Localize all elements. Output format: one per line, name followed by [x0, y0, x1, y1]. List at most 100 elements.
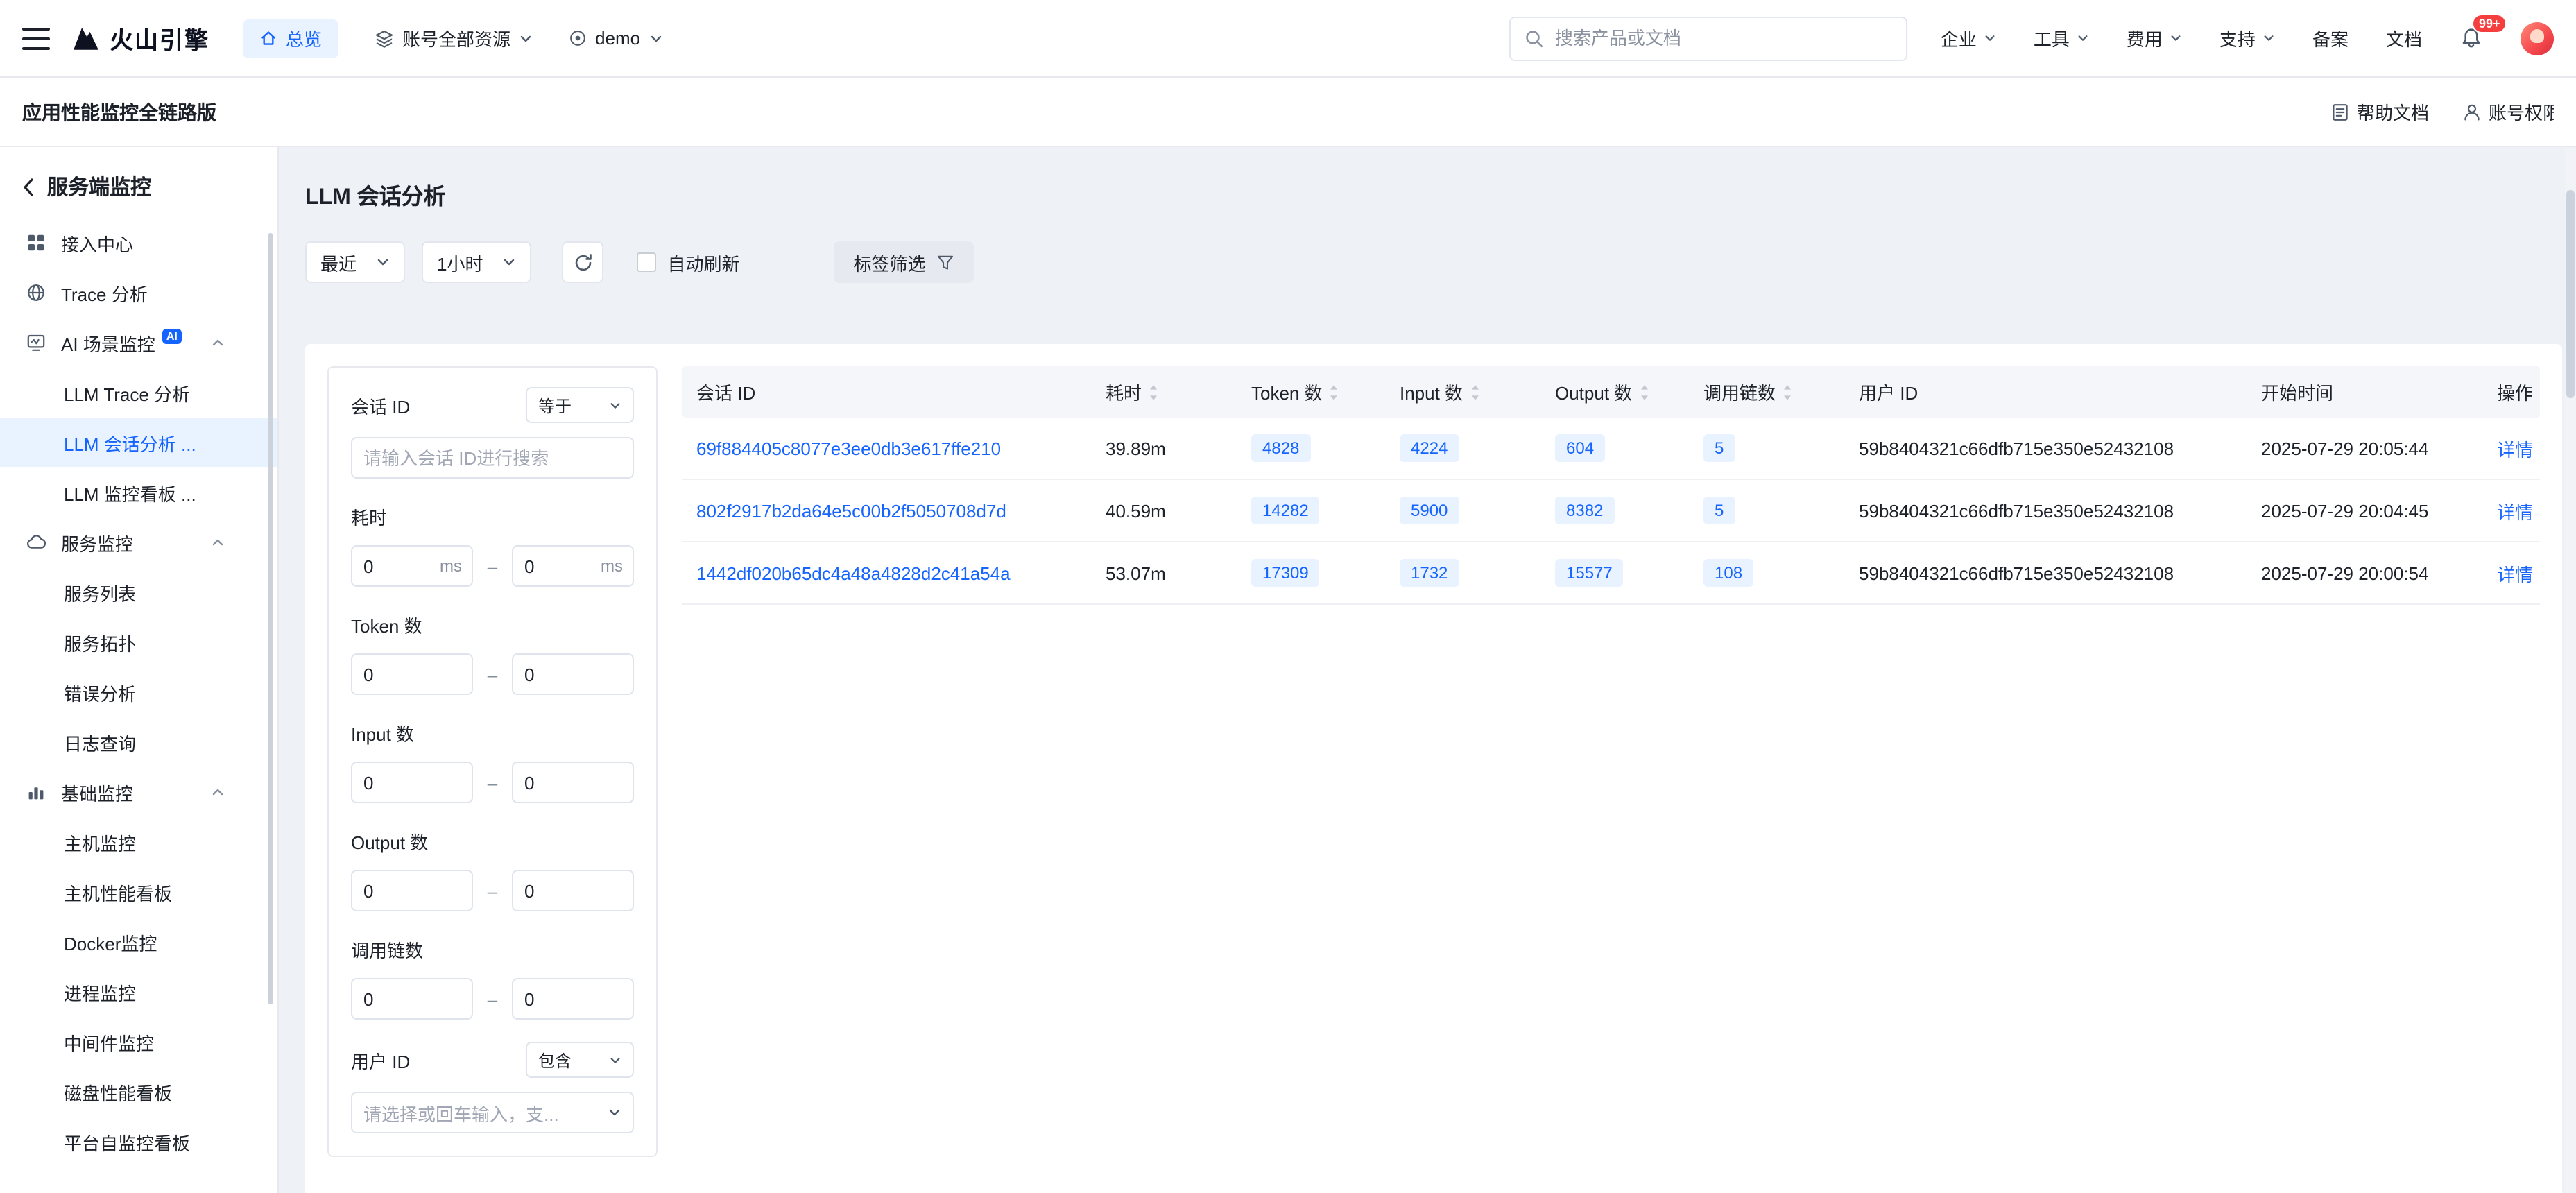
sidebar-item-access-center[interactable]: 接入中心 — [0, 218, 277, 268]
sidebar-item-llm-session-analysis[interactable]: LLM 会话分析 ... — [0, 418, 277, 467]
user-id-operator-select[interactable]: 包含 — [526, 1042, 634, 1078]
time-range-select[interactable]: 最近 — [305, 241, 405, 283]
sort-icon — [1468, 382, 1481, 402]
sidebar-group-service-monitoring[interactable]: 服务监控 — [0, 517, 277, 567]
trace-min-input[interactable] — [351, 978, 473, 1020]
start-time-value: 2025-07-29 20:05:44 — [2261, 438, 2428, 458]
sidebar-group-ai-monitoring[interactable]: AI 场景监控 AI — [0, 318, 277, 368]
sidebar-item-middleware-monitoring[interactable]: 中间件监控 — [0, 1017, 277, 1067]
sidebar-item-host-performance-dashboard[interactable]: 主机性能看板 — [0, 867, 277, 917]
tag-filter-button[interactable]: 标签筛选 — [834, 241, 974, 283]
chevron-down-icon — [1984, 32, 1996, 44]
col-header-token-count[interactable]: Token 数 — [1237, 379, 1386, 405]
detail-link[interactable]: 详情 — [2497, 560, 2533, 586]
menu-billing[interactable]: 费用 — [2127, 25, 2182, 51]
token-count-tag: 17309 — [1251, 559, 1320, 587]
duration-min-input[interactable] — [351, 545, 473, 587]
notification-badge: 99+ — [2472, 14, 2507, 33]
brand-logo[interactable]: 火山引擎 — [72, 21, 209, 55]
sidebar-scrollbar-thumb[interactable] — [268, 233, 273, 1004]
session-id-link[interactable]: 1442df020b65dc4a48a4828d2c41a54a — [696, 563, 1011, 583]
overview-button[interactable]: 总览 — [243, 19, 338, 58]
col-header-duration[interactable]: 耗时 — [1092, 379, 1237, 405]
bar-chart-icon — [25, 781, 47, 803]
search-input[interactable] — [1555, 28, 1892, 49]
sidebar-item-llm-trace-analysis[interactable]: LLM Trace 分析 — [0, 368, 277, 418]
chevron-down-icon — [376, 255, 390, 269]
session-id-link[interactable]: 69f884405c8077e3ee0db3e617ffe210 — [696, 438, 1001, 458]
search-icon — [1525, 28, 1544, 48]
col-header-action: 操作 — [2483, 379, 2561, 405]
menu-support[interactable]: 支持 — [2219, 25, 2275, 51]
col-header-trace-count[interactable]: 调用链数 — [1690, 379, 1845, 405]
sidebar-item-llm-dashboard[interactable]: LLM 监控看板 ... — [0, 467, 277, 517]
sidebar-item-service-list[interactable]: 服务列表 — [0, 567, 277, 617]
filter-funnel-icon — [937, 253, 955, 271]
detail-link[interactable]: 详情 — [2497, 435, 2533, 461]
input-max-input[interactable] — [512, 762, 634, 803]
window-scrollbar-track — [2565, 148, 2576, 1193]
menu-icp[interactable]: 备案 — [2312, 25, 2349, 51]
filter-duration: 耗时 ms – ms — [351, 501, 634, 587]
session-id-link[interactable]: 802f2917b2da64e5c00b2f5050708d7d — [696, 500, 1006, 521]
sidebar-group-basic-monitoring[interactable]: 基础监控 — [0, 767, 277, 817]
person-icon — [2462, 102, 2482, 121]
sidebar-item-platform-self-monitoring-dashboard[interactable]: 平台自监控看板 — [0, 1117, 277, 1167]
notifications-button[interactable]: 99+ — [2459, 26, 2483, 50]
refresh-icon — [573, 252, 594, 273]
user-id-value: 59b8404321c66dfb715e350e52432108 — [1859, 563, 2174, 583]
output-min-input[interactable] — [351, 870, 473, 911]
sidebar-item-disk-performance-dashboard[interactable]: 磁盘性能看板 — [0, 1067, 277, 1117]
sidebar-item-log-query[interactable]: 日志查询 — [0, 717, 277, 767]
back-chevron-icon[interactable] — [22, 177, 35, 196]
col-header-input-count[interactable]: Input 数 — [1386, 379, 1541, 405]
chevron-down-icon — [503, 255, 517, 269]
sidebar-menu: 接入中心 Trace 分析 AI 场景监控 AI — [0, 218, 277, 1167]
token-min-input[interactable] — [351, 653, 473, 695]
help-docs-link[interactable]: 帮助文档 — [2330, 98, 2429, 125]
interval-select[interactable]: 1小时 — [422, 241, 531, 283]
sidebar-item-docker-monitoring[interactable]: Docker监控 — [0, 917, 277, 967]
main-content: LLM 会话分析 最近 1小时 — [279, 147, 2576, 1193]
session-id-operator-select[interactable]: 等于 — [526, 387, 634, 423]
auto-refresh-checkbox[interactable] — [637, 252, 657, 272]
sort-icon — [1147, 382, 1160, 402]
global-search[interactable] — [1509, 16, 1907, 60]
account-permission-link[interactable]: 账号权限 — [2462, 98, 2554, 125]
sidebar-item-host-monitoring[interactable]: 主机监控 — [0, 817, 277, 867]
input-min-input[interactable] — [351, 762, 473, 803]
detail-link[interactable]: 详情 — [2497, 497, 2533, 524]
sidebar-item-error-analysis[interactable]: 错误分析 — [0, 667, 277, 717]
session-id-input[interactable] — [351, 437, 634, 479]
sidebar-item-trace-analysis[interactable]: Trace 分析 — [0, 268, 277, 318]
token-count-tag: 4828 — [1251, 434, 1310, 462]
chevron-down-icon — [608, 1106, 621, 1119]
table-header-row: 会话 ID 耗时 Token 数 Input 数 Output 数 调用链数 用… — [682, 366, 2540, 418]
hamburger-menu-icon[interactable] — [22, 27, 50, 49]
menu-docs[interactable]: 文档 — [2386, 25, 2422, 51]
resource-scope-dropdown[interactable]: 账号全部资源 — [375, 25, 533, 51]
menu-tools[interactable]: 工具 — [2034, 25, 2089, 51]
refresh-button[interactable] — [563, 241, 604, 283]
menu-enterprise[interactable]: 企业 — [1941, 25, 1996, 51]
user-id-multiselect[interactable]: 请选择或回车输入，支... — [351, 1092, 634, 1133]
duration-value: 39.89m — [1106, 438, 1166, 458]
col-header-output-count[interactable]: Output 数 — [1541, 379, 1690, 405]
trace-max-input[interactable] — [512, 978, 634, 1020]
ai-badge: AI — [162, 328, 182, 343]
filter-trace-count: 调用链数 – — [351, 934, 634, 1020]
output-max-input[interactable] — [512, 870, 634, 911]
sessions-table: 会话 ID 耗时 Token 数 Input 数 Output 数 调用链数 用… — [682, 366, 2540, 1171]
trace-count-tag: 108 — [1703, 559, 1753, 587]
user-avatar[interactable] — [2521, 22, 2554, 55]
duration-max-input[interactable] — [512, 545, 634, 587]
top-menu: 企业 工具 费用 支持 备案 文档 99+ — [1941, 22, 2554, 55]
project-dropdown[interactable]: demo — [569, 28, 662, 49]
token-max-input[interactable] — [512, 653, 634, 695]
chevron-up-icon — [211, 535, 225, 549]
duration-value: 53.07m — [1106, 563, 1166, 583]
window-scrollbar-thumb[interactable] — [2566, 190, 2575, 398]
auto-refresh-toggle[interactable]: 自动刷新 — [637, 249, 740, 275]
sidebar-item-service-topology[interactable]: 服务拓扑 — [0, 617, 277, 667]
sidebar-item-process-monitoring[interactable]: 进程监控 — [0, 967, 277, 1017]
